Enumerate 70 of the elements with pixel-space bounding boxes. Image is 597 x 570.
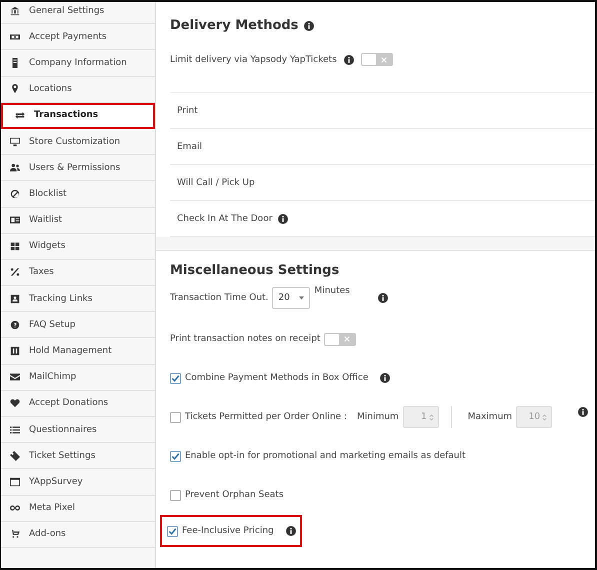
setting-label: Tickets Permitted per Order Online : <box>185 412 347 422</box>
ticket-icon <box>10 450 20 461</box>
ban-icon <box>10 188 20 199</box>
window-icon <box>10 476 20 487</box>
pin-icon <box>10 84 20 94</box>
cross-icon <box>344 336 350 342</box>
infinity-icon <box>10 503 20 514</box>
minimum-label: Minimum <box>356 412 399 422</box>
checkbox[interactable] <box>170 490 181 500</box>
setting-label: Enable opt-in for promotional and marketing emails as default <box>185 451 466 461</box>
sidebar-item[interactable]: Store Customization <box>1 128 155 156</box>
sidebar-item[interactable]: Waitlist <box>1 208 155 234</box>
checkbox[interactable] <box>167 526 178 536</box>
badge-icon <box>10 294 20 304</box>
building-icon <box>10 58 20 68</box>
percent-icon <box>10 267 20 278</box>
sidebar-item[interactable]: Questionnaires <box>1 417 155 444</box>
sidebar-item[interactable]: Widgets <box>1 234 155 260</box>
money-icon <box>10 32 20 42</box>
sidebar-item[interactable]: MailChimp <box>1 364 155 391</box>
sidebar-item[interactable]: Meta Pixel <box>1 496 155 522</box>
section-title: Miscellaneous Settings <box>170 263 340 278</box>
sidebar-item[interactable]: Transactions <box>1 102 155 129</box>
sidebar-item[interactable]: Blocklist <box>1 181 155 208</box>
sidebar-item[interactable]: Tracking Links <box>1 286 155 312</box>
setting-label: Combine Payment Methods in Box Office <box>185 373 368 383</box>
setting-label: Print transaction notes on receipt <box>170 334 320 344</box>
id-card-icon <box>10 215 20 226</box>
cart-icon <box>10 529 20 540</box>
setting-label: Limit delivery via Yapsody YapTickets <box>170 54 337 64</box>
monitor-icon <box>10 136 20 147</box>
delivery-method: Will Call / Pick Up <box>177 178 255 188</box>
cross-icon <box>380 56 387 62</box>
sidebar-item[interactable]: Ticket Settings <box>1 443 155 470</box>
sidebar-item[interactable]: FAQ Setup <box>1 312 155 338</box>
delivery-method: Check In At The Door <box>177 214 272 224</box>
users-icon <box>10 162 20 173</box>
sidebar-item[interactable]: Add-ons <box>1 522 155 548</box>
setting-label: Prevent Orphan Seats <box>185 490 284 500</box>
list-icon <box>10 424 20 435</box>
checkbox[interactable] <box>170 372 181 384</box>
help-icon <box>10 320 20 330</box>
setting-label: Fee-Inclusive Pricing <box>182 526 274 536</box>
info-icon <box>304 20 314 30</box>
toggle-switch[interactable] <box>324 332 356 346</box>
sidebar-item[interactable]: Hold Management <box>1 338 155 365</box>
sidebar-item[interactable]: Accept Payments <box>1 24 155 50</box>
sidebar-item[interactable]: Accept Donations <box>1 390 155 417</box>
toggle-switch[interactable] <box>360 53 393 66</box>
sidebar-item[interactable]: Users & Permissions <box>1 155 155 182</box>
arrows-icon <box>15 110 25 120</box>
sidebar-item[interactable]: Taxes <box>1 260 155 286</box>
delivery-method: Email <box>177 142 202 152</box>
heart-icon <box>10 398 20 408</box>
grid-icon <box>10 241 20 252</box>
pause-icon <box>10 346 20 356</box>
section-title: Delivery Methods <box>170 18 298 33</box>
sidebar-item[interactable]: YAppSurvey <box>1 469 155 496</box>
timeout-select[interactable]: 20 <box>272 287 310 309</box>
caret-icon <box>299 296 304 300</box>
sidebar-item[interactable]: Company Information <box>1 50 155 77</box>
info-icon <box>344 54 354 64</box>
checkbox[interactable] <box>170 450 181 462</box>
sidebar-item[interactable]: General Settings <box>1 2 155 24</box>
bank-icon <box>10 6 20 16</box>
delivery-method: Print <box>177 106 198 116</box>
envelope-icon <box>10 372 20 382</box>
maximum-label: Maximum <box>468 412 512 422</box>
setting-label: Transaction Time Out. <box>170 293 268 303</box>
unit-label: Minutes <box>314 286 350 296</box>
